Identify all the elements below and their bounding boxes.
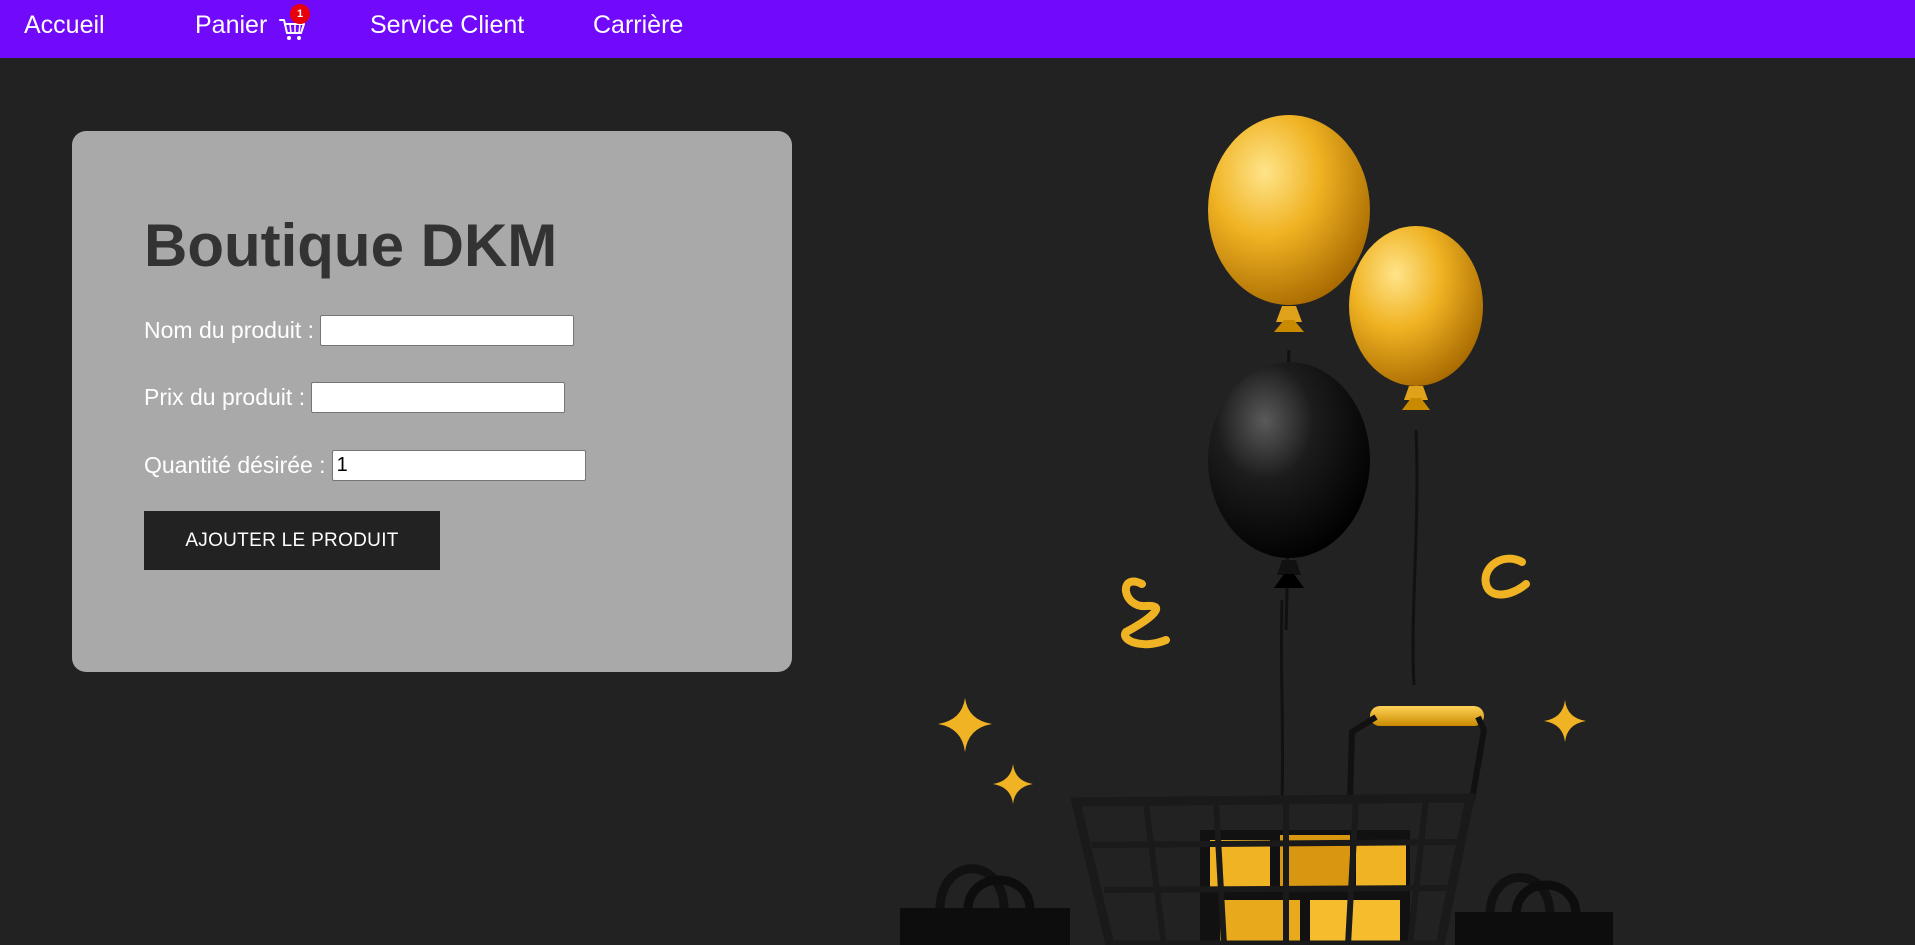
quantity-row: Quantité désirée : — [144, 448, 586, 482]
product-price-input[interactable] — [311, 381, 566, 413]
cart-count-badge: 1 — [290, 4, 310, 24]
quantity-input[interactable] — [331, 449, 586, 481]
product-name-input[interactable] — [320, 314, 575, 346]
shopping-celebration-illustration — [900, 115, 1613, 945]
add-product-button[interactable]: AJOUTER LE PRODUIT — [144, 511, 440, 570]
quantity-label: Quantité désirée : — [144, 451, 326, 478]
gold-balloon-large — [1208, 115, 1370, 332]
shopping-bag-right — [1455, 873, 1613, 945]
product-price-label: Prix du produit : — [144, 383, 306, 410]
nav-carriere-link[interactable]: Carrière — [593, 11, 683, 40]
product-name-row: Nom du produit : — [144, 313, 575, 347]
product-name-label: Nom du produit : — [144, 316, 315, 343]
shopping-bag-left — [900, 864, 1070, 945]
product-form-card: Boutique DKM Nom du produit : Prix du pr… — [72, 131, 792, 672]
nav-panier-link[interactable]: Panier — [195, 11, 267, 40]
gold-balloon-small — [1349, 226, 1483, 410]
product-price-row: Prix du produit : — [144, 380, 566, 414]
black-balloon — [1208, 362, 1370, 588]
top-navbar: Accueil Panier 1 Service Client Carrière — [0, 0, 1915, 58]
page-title: Boutique DKM — [144, 212, 558, 279]
nav-service-client-link[interactable]: Service Client — [370, 11, 524, 40]
nav-accueil-link[interactable]: Accueil — [24, 11, 105, 40]
